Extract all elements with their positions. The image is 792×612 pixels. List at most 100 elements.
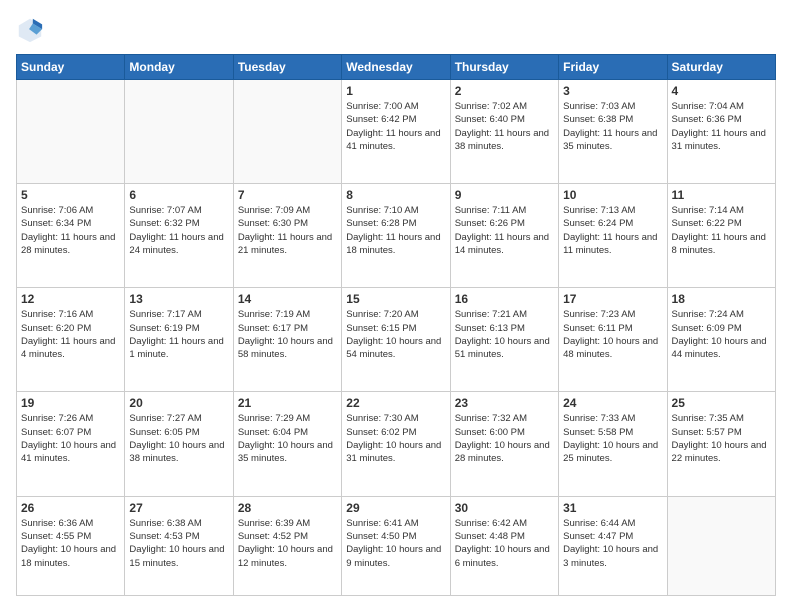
col-header-saturday: Saturday bbox=[667, 55, 775, 80]
day-info: Sunrise: 7:04 AM Sunset: 6:36 PM Dayligh… bbox=[672, 100, 771, 153]
calendar-header-row: SundayMondayTuesdayWednesdayThursdayFrid… bbox=[17, 55, 776, 80]
day-number: 17 bbox=[563, 292, 662, 306]
day-info: Sunrise: 7:14 AM Sunset: 6:22 PM Dayligh… bbox=[672, 204, 771, 257]
calendar-cell bbox=[125, 80, 233, 184]
col-header-friday: Friday bbox=[559, 55, 667, 80]
day-info: Sunrise: 7:21 AM Sunset: 6:13 PM Dayligh… bbox=[455, 308, 554, 361]
col-header-thursday: Thursday bbox=[450, 55, 558, 80]
day-number: 28 bbox=[238, 501, 337, 515]
header bbox=[16, 16, 776, 44]
col-header-monday: Monday bbox=[125, 55, 233, 80]
day-info: Sunrise: 7:09 AM Sunset: 6:30 PM Dayligh… bbox=[238, 204, 337, 257]
day-number: 29 bbox=[346, 501, 445, 515]
day-number: 20 bbox=[129, 396, 228, 410]
day-info: Sunrise: 7:10 AM Sunset: 6:28 PM Dayligh… bbox=[346, 204, 445, 257]
day-info: Sunrise: 6:39 AM Sunset: 4:52 PM Dayligh… bbox=[238, 517, 337, 570]
day-info: Sunrise: 7:13 AM Sunset: 6:24 PM Dayligh… bbox=[563, 204, 662, 257]
day-number: 31 bbox=[563, 501, 662, 515]
calendar-cell: 21 Sunrise: 7:29 AM Sunset: 6:04 PM Dayli… bbox=[233, 392, 341, 496]
day-info: Sunrise: 7:32 AM Sunset: 6:00 PM Dayligh… bbox=[455, 412, 554, 465]
day-info: Sunrise: 7:06 AM Sunset: 6:34 PM Dayligh… bbox=[21, 204, 120, 257]
day-info: Sunrise: 6:44 AM Sunset: 4:47 PM Dayligh… bbox=[563, 517, 662, 570]
day-info: Sunrise: 7:29 AM Sunset: 6:04 PM Dayligh… bbox=[238, 412, 337, 465]
calendar-cell: 16Sunrise: 7:21 AM Sunset: 6:13 PM Dayli… bbox=[450, 288, 558, 392]
day-info: Sunrise: 6:41 AM Sunset: 4:50 PM Dayligh… bbox=[346, 517, 445, 570]
logo-icon bbox=[16, 16, 44, 44]
calendar-cell: 27Sunrise: 6:38 AM Sunset: 4:53 PM Dayli… bbox=[125, 496, 233, 595]
day-info: Sunrise: 6:38 AM Sunset: 4:53 PM Dayligh… bbox=[129, 517, 228, 570]
calendar-cell: 9 Sunrise: 7:11 AM Sunset: 6:26 PM Daylig… bbox=[450, 184, 558, 288]
calendar-cell: 24Sunrise: 7:33 AM Sunset: 5:58 PM Dayli… bbox=[559, 392, 667, 496]
calendar-cell bbox=[667, 496, 775, 595]
day-info: Sunrise: 7:11 AM Sunset: 6:26 PM Dayligh… bbox=[455, 204, 554, 257]
day-number: 26 bbox=[21, 501, 120, 515]
calendar-cell: 23 Sunrise: 7:32 AM Sunset: 6:00 PM Dayli… bbox=[450, 392, 558, 496]
day-info: Sunrise: 7:16 AM Sunset: 6:20 PM Dayligh… bbox=[21, 308, 120, 361]
day-number: 6 bbox=[129, 188, 228, 202]
day-info: Sunrise: 7:20 AM Sunset: 6:15 PM Dayligh… bbox=[346, 308, 445, 361]
day-info: Sunrise: 7:27 AM Sunset: 6:05 PM Dayligh… bbox=[129, 412, 228, 465]
calendar-cell: 30 Sunrise: 6:42 AM Sunset: 4:48 PM Dayli… bbox=[450, 496, 558, 595]
day-number: 4 bbox=[672, 84, 771, 98]
calendar-week-row: 1 Sunrise: 7:00 AM Sunset: 6:42 PM Daylig… bbox=[17, 80, 776, 184]
calendar-cell bbox=[233, 80, 341, 184]
day-number: 9 bbox=[455, 188, 554, 202]
calendar-cell: 12 Sunrise: 7:16 AM Sunset: 6:20 PM Dayli… bbox=[17, 288, 125, 392]
day-info: Sunrise: 6:42 AM Sunset: 4:48 PM Dayligh… bbox=[455, 517, 554, 570]
calendar-week-row: 19 Sunrise: 7:26 AM Sunset: 6:07 PM Dayli… bbox=[17, 392, 776, 496]
day-info: Sunrise: 7:17 AM Sunset: 6:19 PM Dayligh… bbox=[129, 308, 228, 361]
calendar-cell: 18 Sunrise: 7:24 AM Sunset: 6:09 PM Dayli… bbox=[667, 288, 775, 392]
day-info: Sunrise: 7:24 AM Sunset: 6:09 PM Dayligh… bbox=[672, 308, 771, 361]
calendar-cell: 8 Sunrise: 7:10 AM Sunset: 6:28 PM Daylig… bbox=[342, 184, 450, 288]
calendar-cell: 20 Sunrise: 7:27 AM Sunset: 6:05 PM Dayli… bbox=[125, 392, 233, 496]
day-number: 22 bbox=[346, 396, 445, 410]
calendar-cell: 13Sunrise: 7:17 AM Sunset: 6:19 PM Dayli… bbox=[125, 288, 233, 392]
day-number: 7 bbox=[238, 188, 337, 202]
calendar-cell: 14 Sunrise: 7:19 AM Sunset: 6:17 PM Dayli… bbox=[233, 288, 341, 392]
calendar-cell: 6 Sunrise: 7:07 AM Sunset: 6:32 PM Daylig… bbox=[125, 184, 233, 288]
day-info: Sunrise: 7:03 AM Sunset: 6:38 PM Dayligh… bbox=[563, 100, 662, 153]
day-number: 25 bbox=[672, 396, 771, 410]
day-number: 8 bbox=[346, 188, 445, 202]
day-number: 12 bbox=[21, 292, 120, 306]
day-number: 18 bbox=[672, 292, 771, 306]
day-number: 11 bbox=[672, 188, 771, 202]
calendar-cell: 25 Sunrise: 7:35 AM Sunset: 5:57 PM Dayli… bbox=[667, 392, 775, 496]
logo bbox=[16, 16, 48, 44]
day-info: Sunrise: 7:00 AM Sunset: 6:42 PM Dayligh… bbox=[346, 100, 445, 153]
calendar-cell: 5Sunrise: 7:06 AM Sunset: 6:34 PM Daylig… bbox=[17, 184, 125, 288]
calendar-cell: 19 Sunrise: 7:26 AM Sunset: 6:07 PM Dayli… bbox=[17, 392, 125, 496]
calendar-week-row: 5Sunrise: 7:06 AM Sunset: 6:34 PM Daylig… bbox=[17, 184, 776, 288]
calendar-cell: 3 Sunrise: 7:03 AM Sunset: 6:38 PM Daylig… bbox=[559, 80, 667, 184]
calendar-cell: 11 Sunrise: 7:14 AM Sunset: 6:22 PM Dayli… bbox=[667, 184, 775, 288]
day-info: Sunrise: 7:19 AM Sunset: 6:17 PM Dayligh… bbox=[238, 308, 337, 361]
day-number: 14 bbox=[238, 292, 337, 306]
day-number: 19 bbox=[21, 396, 120, 410]
calendar-week-row: 26Sunrise: 6:36 AM Sunset: 4:55 PM Dayli… bbox=[17, 496, 776, 595]
calendar-cell: 1 Sunrise: 7:00 AM Sunset: 6:42 PM Daylig… bbox=[342, 80, 450, 184]
calendar-cell: 29 Sunrise: 6:41 AM Sunset: 4:50 PM Dayli… bbox=[342, 496, 450, 595]
col-header-wednesday: Wednesday bbox=[342, 55, 450, 80]
day-number: 1 bbox=[346, 84, 445, 98]
calendar-cell: 10 Sunrise: 7:13 AM Sunset: 6:24 PM Dayli… bbox=[559, 184, 667, 288]
page: SundayMondayTuesdayWednesdayThursdayFrid… bbox=[0, 0, 792, 612]
day-number: 15 bbox=[346, 292, 445, 306]
day-info: Sunrise: 7:07 AM Sunset: 6:32 PM Dayligh… bbox=[129, 204, 228, 257]
calendar-cell bbox=[17, 80, 125, 184]
day-number: 30 bbox=[455, 501, 554, 515]
calendar-cell: 22Sunrise: 7:30 AM Sunset: 6:02 PM Dayli… bbox=[342, 392, 450, 496]
day-number: 23 bbox=[455, 396, 554, 410]
calendar-cell: 28 Sunrise: 6:39 AM Sunset: 4:52 PM Dayli… bbox=[233, 496, 341, 595]
calendar-cell: 26Sunrise: 6:36 AM Sunset: 4:55 PM Dayli… bbox=[17, 496, 125, 595]
calendar-cell: 2 Sunrise: 7:02 AM Sunset: 6:40 PM Daylig… bbox=[450, 80, 558, 184]
day-number: 21 bbox=[238, 396, 337, 410]
day-number: 3 bbox=[563, 84, 662, 98]
day-info: Sunrise: 7:26 AM Sunset: 6:07 PM Dayligh… bbox=[21, 412, 120, 465]
col-header-sunday: Sunday bbox=[17, 55, 125, 80]
day-info: Sunrise: 7:02 AM Sunset: 6:40 PM Dayligh… bbox=[455, 100, 554, 153]
calendar-cell: 31 Sunrise: 6:44 AM Sunset: 4:47 PM Dayli… bbox=[559, 496, 667, 595]
col-header-tuesday: Tuesday bbox=[233, 55, 341, 80]
day-number: 10 bbox=[563, 188, 662, 202]
day-number: 2 bbox=[455, 84, 554, 98]
day-info: Sunrise: 7:35 AM Sunset: 5:57 PM Dayligh… bbox=[672, 412, 771, 465]
